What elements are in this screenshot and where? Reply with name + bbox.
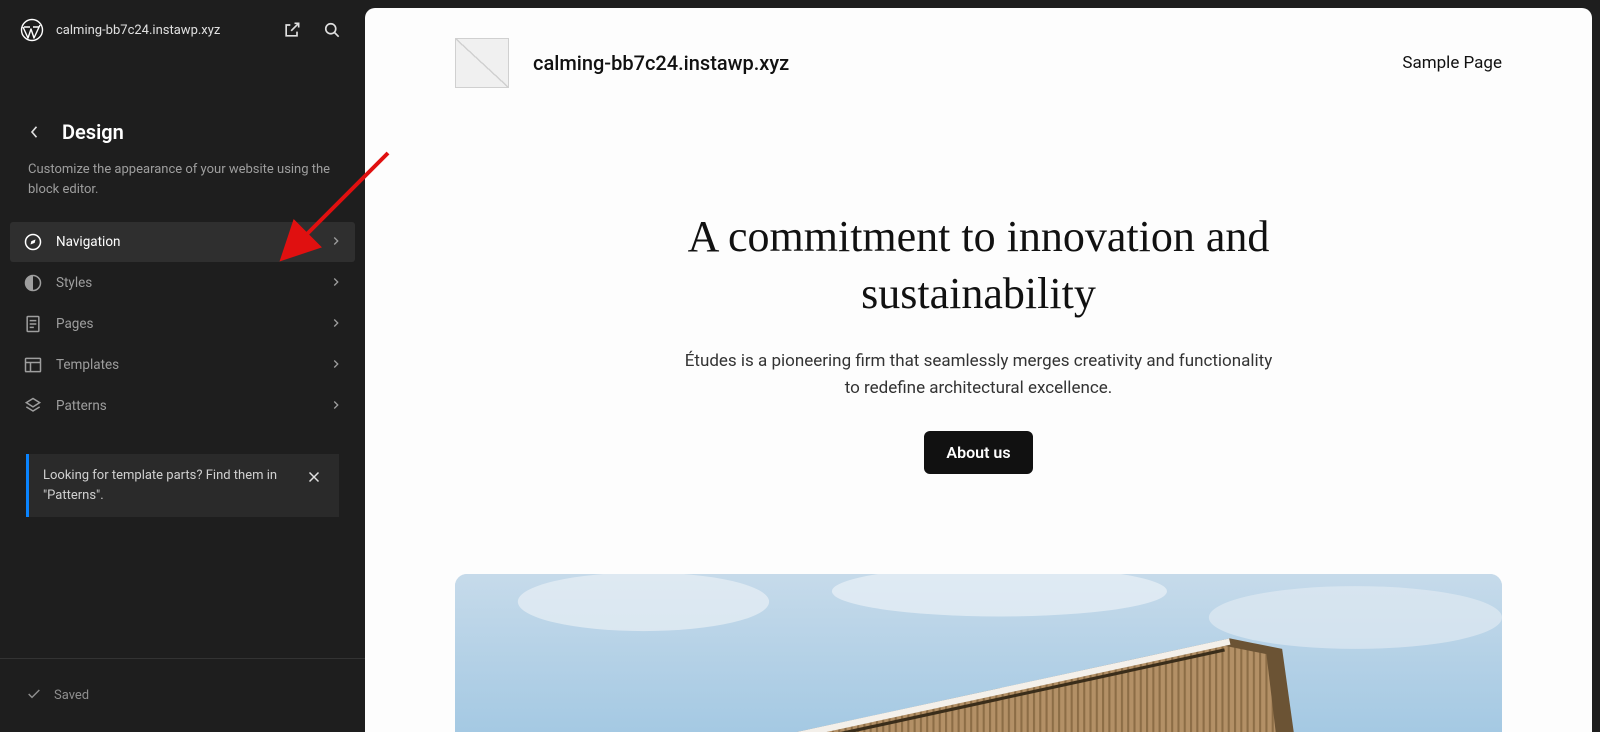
wordpress-logo-icon[interactable]	[18, 16, 46, 44]
chevron-right-icon	[329, 233, 343, 252]
chevron-right-icon	[329, 356, 343, 375]
check-icon	[26, 686, 42, 706]
nav-item-navigation[interactable]: Navigation	[10, 222, 355, 262]
preview-about-us-button[interactable]: About us	[924, 431, 1032, 474]
notice-text: Looking for template parts? Find them in…	[43, 466, 293, 505]
nav-item-label: Pages	[56, 316, 317, 332]
preview-site-header: calming-bb7c24.instawp.xyz Sample Page	[365, 8, 1592, 88]
nav-item-pages[interactable]: Pages	[10, 304, 355, 344]
editor-sidebar: calming-bb7c24.instawp.xyz Design	[0, 0, 365, 732]
page-icon	[22, 313, 44, 335]
preview-nav-link-sample-page[interactable]: Sample Page	[1402, 53, 1502, 73]
nav-item-label: Patterns	[56, 398, 317, 414]
nav-item-label: Navigation	[56, 234, 317, 250]
patterns-icon	[22, 395, 44, 417]
nav-item-templates[interactable]: Templates	[10, 345, 355, 385]
back-button[interactable]	[24, 121, 46, 143]
preview-hero-subtitle[interactable]: Études is a pioneering firm that seamles…	[679, 348, 1279, 401]
notice-dismiss-button[interactable]	[303, 466, 325, 488]
preview-hero-title[interactable]: A commitment to innovation and sustainab…	[619, 208, 1339, 322]
nav-item-patterns[interactable]: Patterns	[10, 386, 355, 426]
design-nav-list: Navigation Styles	[0, 218, 365, 430]
site-preview-canvas[interactable]: calming-bb7c24.instawp.xyz Sample Page A…	[365, 8, 1592, 732]
chevron-right-icon	[329, 274, 343, 293]
layout-icon	[22, 354, 44, 376]
site-name[interactable]: calming-bb7c24.instawp.xyz	[56, 23, 267, 38]
site-preview-wrap: calming-bb7c24.instawp.xyz Sample Page A…	[365, 0, 1600, 732]
chevron-right-icon	[329, 397, 343, 416]
panel-description: Customize the appearance of your website…	[0, 150, 365, 218]
nav-item-label: Templates	[56, 357, 317, 373]
save-status: Saved	[54, 688, 89, 703]
chevron-right-icon	[329, 315, 343, 334]
view-site-button[interactable]	[277, 15, 307, 45]
sidebar-topbar: calming-bb7c24.instawp.xyz	[0, 0, 365, 60]
command-palette-button[interactable]	[317, 15, 347, 45]
panel-title: Design	[62, 120, 124, 144]
nav-item-styles[interactable]: Styles	[10, 263, 355, 303]
nav-item-label: Styles	[56, 275, 317, 291]
design-header: Design	[0, 110, 365, 150]
site-preview-scroll[interactable]: calming-bb7c24.instawp.xyz Sample Page A…	[365, 8, 1592, 732]
preview-hero-image[interactable]	[455, 574, 1502, 732]
preview-hero: A commitment to innovation and sustainab…	[365, 88, 1592, 514]
template-parts-notice: Looking for template parts? Find them in…	[26, 454, 339, 517]
preview-site-logo[interactable]	[455, 38, 509, 88]
sidebar-footer: Saved	[0, 658, 365, 732]
preview-site-title[interactable]: calming-bb7c24.instawp.xyz	[533, 51, 1378, 75]
compass-icon	[22, 231, 44, 253]
styles-icon	[22, 272, 44, 294]
